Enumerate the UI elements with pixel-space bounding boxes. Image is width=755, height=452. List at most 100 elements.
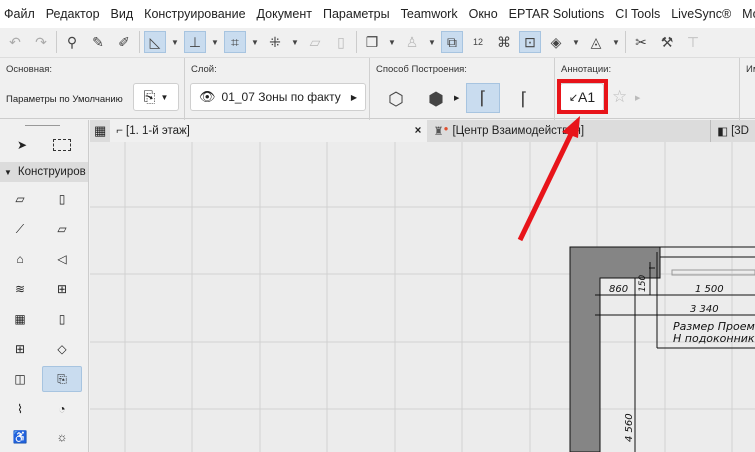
annotations-label: Аннотации:: [561, 64, 612, 75]
layout-icon[interactable]: ❐: [361, 31, 383, 53]
favorites-value: Параметры по Умолчанию: [6, 94, 123, 105]
chevron-down-icon[interactable]: ▼: [290, 38, 300, 47]
redo-icon[interactable]: ↷: [30, 31, 52, 53]
chevron-down-icon[interactable]: ▼: [611, 38, 621, 47]
star-icon[interactable]: ☆: [612, 87, 627, 107]
geometry-method-alt-icon[interactable]: ⌈: [510, 86, 538, 112]
shell-tool-icon[interactable]: ◁: [42, 246, 82, 272]
mesh-tool-icon[interactable]: ⌇: [0, 396, 40, 422]
dim-4560: 4 560: [624, 413, 635, 442]
wall-tool-icon[interactable]: ▱: [0, 186, 40, 212]
railing-tool-icon[interactable]: ⊞: [42, 276, 82, 302]
suspend-groups-icon[interactable]: ⧉: [441, 31, 463, 53]
box-method-2-icon[interactable]: ⬢: [422, 86, 450, 112]
chevron-down-icon[interactable]: ▼: [427, 38, 437, 47]
tab-3d-label: [3D: [731, 125, 749, 137]
label-line-2: Н подоконника: [673, 332, 755, 345]
menu-livesync[interactable]: LiveSync®: [671, 7, 731, 21]
eyedropper-icon[interactable]: ✎: [87, 31, 109, 53]
close-tab-icon[interactable]: ×: [415, 125, 422, 137]
tab-collaboration-label: [Центр Взаимодействия]: [452, 125, 585, 137]
triangle-circle-icon[interactable]: ◬: [585, 31, 607, 53]
tabs-overview-icon[interactable]: ▦: [90, 120, 110, 142]
menu-edit[interactable]: Редактор: [46, 7, 100, 21]
object-tool-icon[interactable]: ⎘: [42, 366, 82, 392]
eye-icon: 👁: [199, 89, 216, 104]
chevron-down-icon[interactable]: ▼: [210, 38, 220, 47]
skylight-tool-icon[interactable]: ◇: [42, 336, 82, 362]
menu-ci-tools[interactable]: CI Tools: [615, 7, 660, 21]
window-tool-icon[interactable]: ⊞: [0, 336, 40, 362]
chevron-down-icon[interactable]: ▼: [170, 38, 180, 47]
drag-handle[interactable]: [25, 125, 60, 126]
dim-150: 150: [638, 275, 648, 292]
dim-3340: 3 340: [690, 304, 719, 315]
menu-eptar[interactable]: EPTAR Solutions: [509, 7, 605, 21]
guide-lines-icon[interactable]: ◺: [144, 31, 166, 53]
settings-dialog-button[interactable]: ⎘ ▼: [133, 83, 179, 111]
menu-bar: Файл Редактор Вид Конструирование Докуме…: [0, 0, 755, 28]
stair-tool-icon[interactable]: ≋: [0, 276, 40, 302]
figure-icon[interactable]: ♙: [401, 31, 423, 53]
select-edit-icon[interactable]: ⊡: [519, 31, 541, 53]
undo-icon[interactable]: ↶: [4, 31, 26, 53]
floor-plan-icon: ⌐: [116, 125, 124, 137]
snap-guides-icon[interactable]: ⊥: [184, 31, 206, 53]
tab-floor-plan[interactable]: ⌐ [1. 1-й этаж] ×: [110, 120, 428, 142]
menu-file[interactable]: Файл: [4, 7, 35, 21]
menu-options[interactable]: Параметры: [323, 7, 390, 21]
arrow-tool-icon[interactable]: ➤: [2, 132, 42, 158]
main-label: Основная:: [6, 64, 53, 75]
tab-collaboration-center[interactable]: ♜● [Центр Взаимодействия]: [427, 120, 710, 142]
box-method-icon[interactable]: ⬡: [382, 86, 410, 112]
measure-icon[interactable]: 12: [467, 31, 489, 53]
elevate-icon[interactable]: ⊤: [682, 31, 704, 53]
plane-icon[interactable]: ▱: [304, 31, 326, 53]
beam-tool-icon[interactable]: ⟋: [0, 216, 40, 242]
floor-plan-canvas[interactable]: 860 150 1 500 3 340 4 560 Размер Проема …: [90, 142, 755, 452]
chevron-down-icon[interactable]: ▼: [571, 38, 581, 47]
lamp-tool-icon[interactable]: ☼: [42, 424, 82, 450]
3d-view-icon[interactable]: ◈: [545, 31, 567, 53]
chevron-down-icon[interactable]: ▼: [387, 38, 397, 47]
chevron-down-icon[interactable]: ▼: [250, 38, 260, 47]
menu-more[interactable]: Mo: [742, 7, 755, 21]
highlight-box: [557, 79, 608, 114]
scissors-icon[interactable]: ✂: [630, 31, 652, 53]
grid-snap-icon[interactable]: ⁜: [264, 31, 286, 53]
slab-tool-icon[interactable]: ⏥: [42, 216, 82, 242]
menu-design[interactable]: Конструирование: [144, 7, 245, 21]
layer-select[interactable]: 👁 01_07 Зоны по факту ▶: [190, 83, 366, 111]
corner-window-tool-icon[interactable]: ◫: [0, 366, 40, 392]
vertical-plane-icon[interactable]: ▯: [330, 31, 352, 53]
tab-3d[interactable]: ◧ [3D: [710, 120, 755, 142]
grid: [90, 142, 755, 452]
method-label: Способ Построения:: [376, 64, 467, 75]
section-next: Им: [740, 58, 755, 120]
menu-document[interactable]: Документ: [257, 7, 312, 21]
next-section-label: Им: [746, 64, 755, 75]
syringe-icon[interactable]: ✐: [113, 31, 135, 53]
marquee-tool-icon[interactable]: [42, 132, 82, 158]
menu-teamwork[interactable]: Teamwork: [401, 7, 458, 21]
chevron-down-icon: ▼: [4, 167, 12, 177]
find-select-icon[interactable]: ⚲: [61, 31, 83, 53]
tool-icon[interactable]: ⚒: [656, 31, 678, 53]
marquee-icon[interactable]: ⌘: [493, 31, 515, 53]
column-tool-icon[interactable]: ▯: [42, 186, 82, 212]
curtain-wall-tool-icon[interactable]: ▦: [0, 306, 40, 332]
door-tool-icon[interactable]: ▯: [42, 306, 82, 332]
menu-window[interactable]: Окно: [469, 7, 498, 21]
tracker-icon[interactable]: ⌗: [224, 31, 246, 53]
chair-object-tool-icon[interactable]: ♿: [0, 424, 40, 450]
roof-tool-icon[interactable]: ⌂: [0, 246, 40, 272]
menu-view[interactable]: Вид: [111, 7, 134, 21]
geometry-method-selected-icon[interactable]: ⌈: [466, 83, 500, 113]
chevron-right-icon[interactable]: ▶: [635, 94, 640, 102]
dim-1500: 1 500: [695, 284, 724, 295]
toolbox-group-design[interactable]: ▼ Конструиров: [0, 162, 88, 182]
toolbox: ➤ ▼ Конструиров ▱ ▯ ⟋ ⏥ ⌂ ◁ ≋ ⊞ ▦ ▯ ⊞ ◇ ◫…: [0, 120, 89, 452]
morph-tool-icon[interactable]: ◔: [42, 396, 82, 422]
chevron-right-icon[interactable]: ▶: [454, 94, 459, 102]
section-main: Основная: Параметры по Умолчанию ⎘ ▼: [0, 58, 185, 120]
